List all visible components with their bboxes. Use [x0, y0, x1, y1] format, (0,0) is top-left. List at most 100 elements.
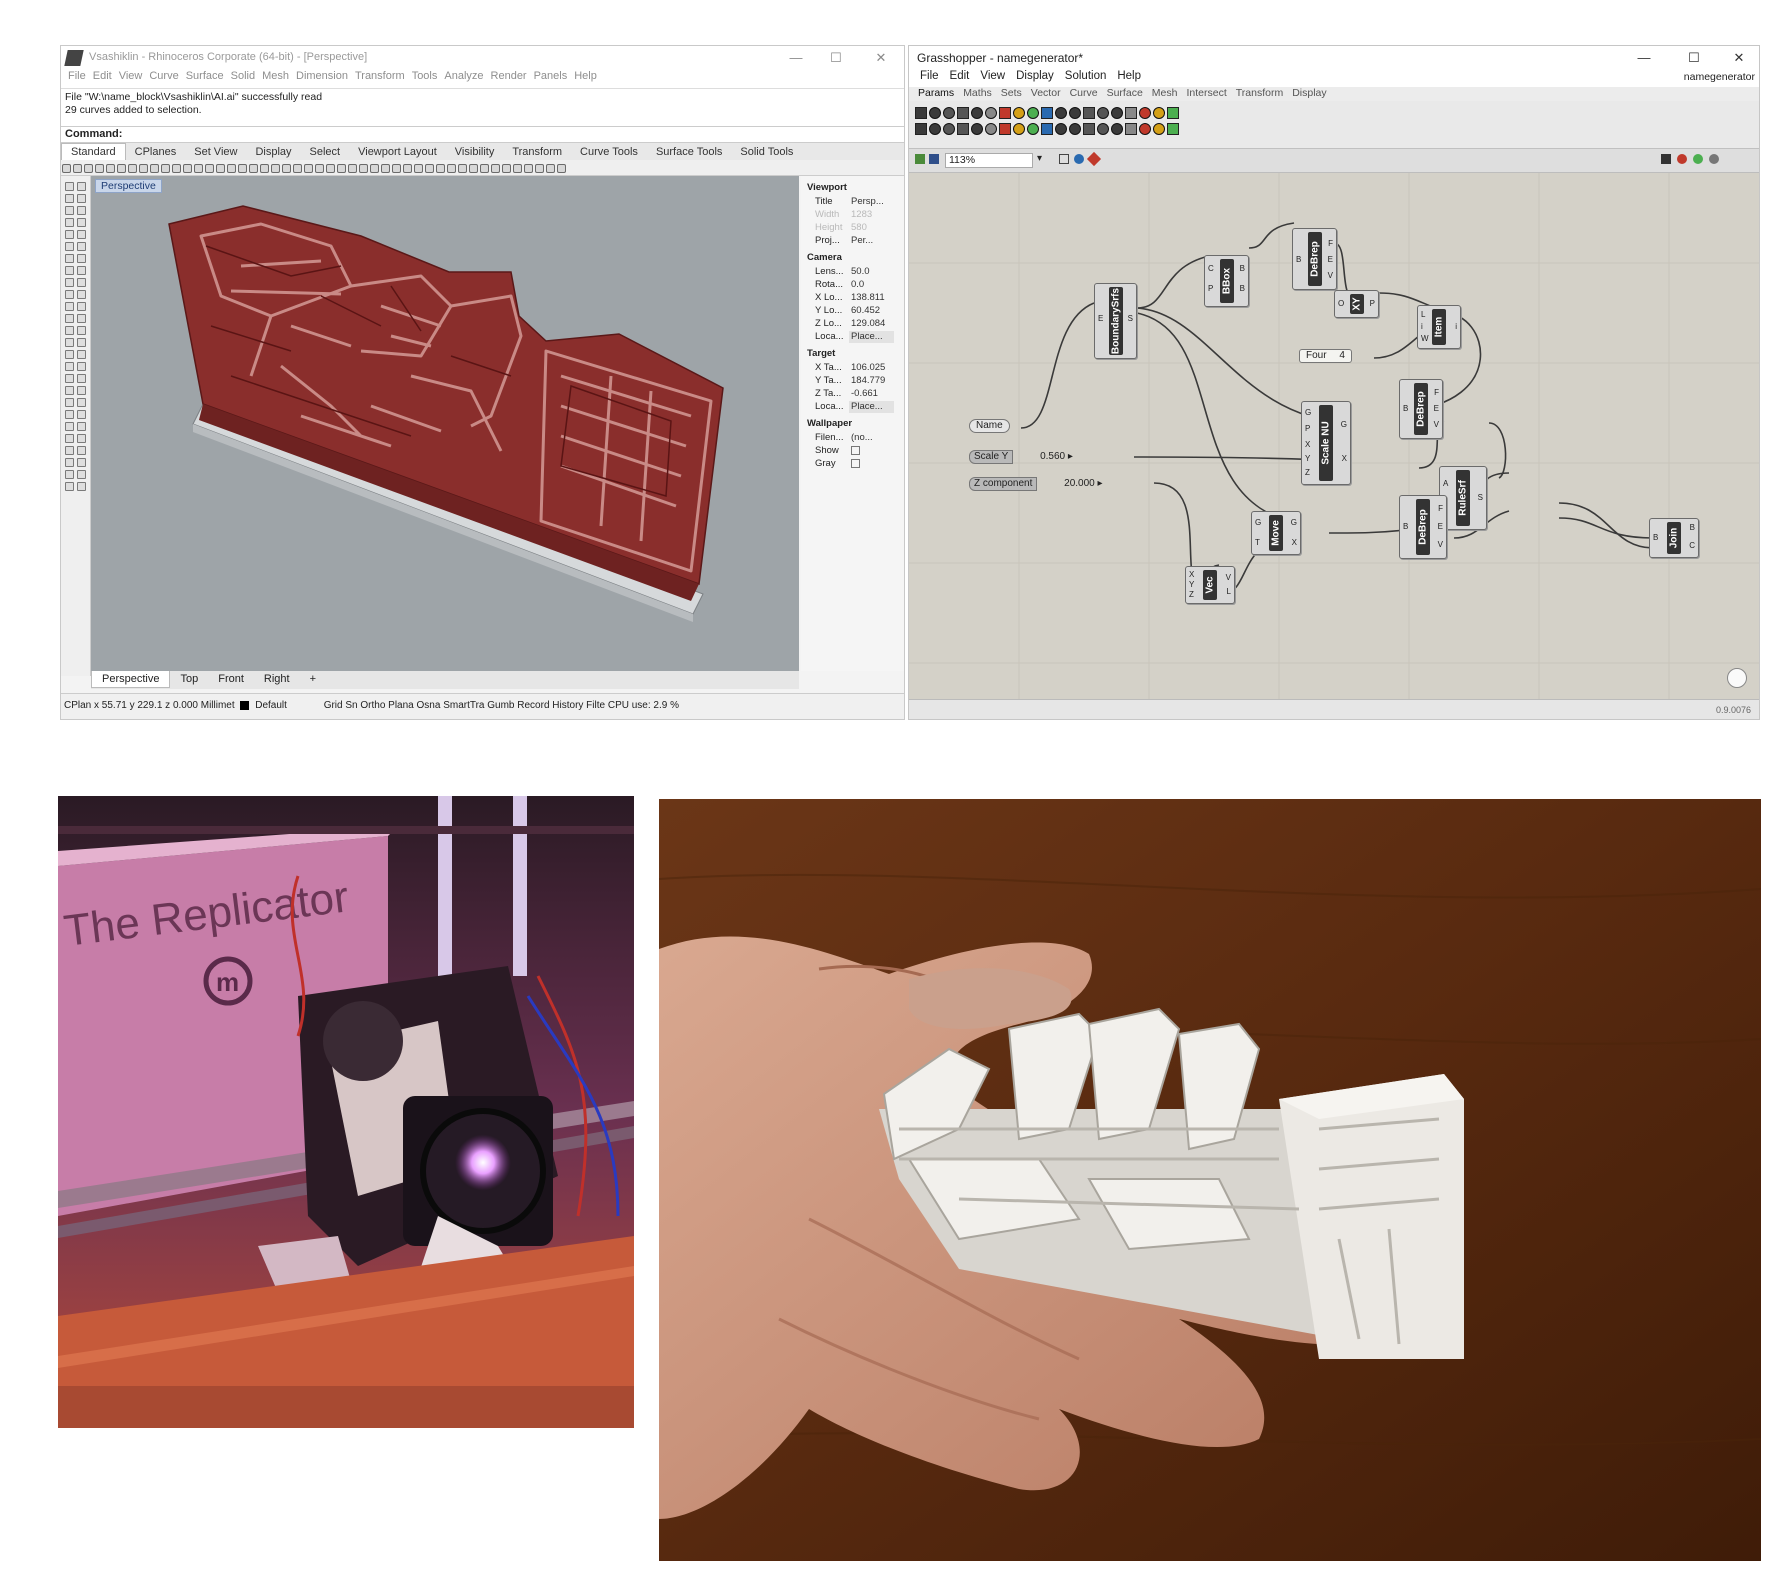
left-tool-icon[interactable]	[77, 326, 86, 335]
tab-visibility[interactable]: Visibility	[446, 144, 504, 160]
layer-selector[interactable]: Default	[255, 700, 287, 711]
menu-file[interactable]: File	[68, 70, 86, 82]
left-tool-icon[interactable]	[65, 314, 74, 323]
left-tool-icon[interactable]	[65, 194, 74, 203]
left-tool-icon[interactable]	[77, 470, 86, 479]
menu-analyze[interactable]: Analyze	[444, 70, 483, 82]
left-tool-icon[interactable]	[65, 338, 74, 347]
maximize-button[interactable]: ☐	[821, 48, 851, 68]
tab-transform[interactable]: Transform	[503, 144, 571, 160]
toolbar-tool-icon[interactable]	[414, 164, 423, 173]
left-tool-icon[interactable]	[65, 470, 74, 479]
deconstruct-brep-component-2[interactable]: DeBrep B F E V	[1399, 379, 1443, 439]
component-palette-icon[interactable]	[1027, 123, 1039, 135]
toolbar-tool-icon[interactable]	[62, 164, 71, 173]
component-palette-icon[interactable]	[1083, 123, 1095, 135]
width-field[interactable]: 1283	[849, 209, 894, 221]
height-field[interactable]: 580	[849, 222, 894, 234]
left-tool-icon[interactable]	[65, 458, 74, 467]
component-palette-icon[interactable]	[985, 123, 997, 135]
toolbar-tool-icon[interactable]	[315, 164, 324, 173]
join-brep-component[interactable]: Join B B C	[1649, 518, 1699, 558]
gh-maximize-button[interactable]: ☐	[1679, 48, 1709, 68]
toolbar-tool-icon[interactable]	[84, 164, 93, 173]
component-palette-icon[interactable]	[957, 123, 969, 135]
toolbar-tool-icon[interactable]	[436, 164, 445, 173]
left-tool-icon[interactable]	[77, 422, 86, 431]
toolbar-tool-icon[interactable]	[282, 164, 291, 173]
toolbar-tool-icon[interactable]	[172, 164, 181, 173]
deconstruct-brep-component-3[interactable]: DeBrep B F E V	[1399, 495, 1447, 559]
shaded-preview-icon[interactable]	[1693, 154, 1703, 164]
toolbar-tool-icon[interactable]	[128, 164, 137, 173]
toolbar-tool-icon[interactable]	[249, 164, 258, 173]
status-toggles[interactable]: Grid Sn Ortho Plana Osna SmartTra Gumb R…	[324, 700, 679, 711]
toolbar-tool-icon[interactable]	[359, 164, 368, 173]
component-palette-icon[interactable]	[1097, 123, 1109, 135]
left-tool-icon[interactable]	[77, 218, 86, 227]
left-tool-icon[interactable]	[65, 218, 74, 227]
gh-canvas[interactable]: Name Scale Y 0.560 ▸ Z component 20.000 …	[909, 173, 1759, 699]
component-palette-icon[interactable]	[1139, 107, 1151, 119]
left-tool-icon[interactable]	[77, 434, 86, 443]
left-tool-icon[interactable]	[65, 422, 74, 431]
menu-mesh[interactable]: Mesh	[262, 70, 289, 82]
ribbon-transform[interactable]: Transform	[1236, 87, 1283, 99]
left-tool-icon[interactable]	[65, 386, 74, 395]
gh-menu-help[interactable]: Help	[1117, 70, 1141, 82]
component-palette-icon[interactable]	[1153, 123, 1165, 135]
toolbar-tool-icon[interactable]	[425, 164, 434, 173]
place-camera-button[interactable]: Place...	[849, 331, 894, 343]
menu-render[interactable]: Render	[491, 70, 527, 82]
left-tool-icon[interactable]	[77, 350, 86, 359]
tab-solid-tools[interactable]: Solid Tools	[731, 144, 802, 160]
gh-menu-display[interactable]: Display	[1016, 70, 1054, 82]
ribbon-surface[interactable]: Surface	[1107, 87, 1143, 99]
gray-checkbox[interactable]	[851, 458, 860, 468]
sketch-icon[interactable]	[1059, 154, 1069, 164]
left-tool-icon[interactable]	[77, 362, 86, 371]
toolbar-tool-icon[interactable]	[150, 164, 159, 173]
left-tool-icon[interactable]	[77, 266, 86, 275]
close-button[interactable]: ✕	[866, 48, 896, 68]
toolbar-tool-icon[interactable]	[260, 164, 269, 173]
left-tool-icon[interactable]	[65, 362, 74, 371]
menu-transform[interactable]: Transform	[355, 70, 405, 82]
tab-curve-tools[interactable]: Curve Tools	[571, 144, 647, 160]
toolbar-tool-icon[interactable]	[524, 164, 533, 173]
toolbar-tool-icon[interactable]	[238, 164, 247, 173]
scale-y-slider[interactable]: Scale Y 0.560 ▸	[969, 450, 1073, 464]
toolbar-tool-icon[interactable]	[271, 164, 280, 173]
toolbar-tool-icon[interactable]	[535, 164, 544, 173]
toolbar-tool-icon[interactable]	[348, 164, 357, 173]
tab-viewport-layout[interactable]: Viewport Layout	[349, 144, 446, 160]
xy-plane-component[interactable]: XY O P	[1334, 290, 1379, 318]
y-target-field[interactable]: 184.779	[849, 375, 894, 387]
component-palette-icon[interactable]	[915, 107, 927, 119]
ribbon-curve[interactable]: Curve	[1070, 87, 1098, 99]
toolbar-tool-icon[interactable]	[370, 164, 379, 173]
left-tool-icon[interactable]	[65, 278, 74, 287]
boundary-surfaces-component[interactable]: BoundarySrfs E S	[1094, 283, 1137, 359]
left-tool-icon[interactable]	[77, 374, 86, 383]
toolbar-tool-icon[interactable]	[447, 164, 456, 173]
component-palette-icon[interactable]	[1055, 123, 1067, 135]
left-tool-icon[interactable]	[65, 434, 74, 443]
left-tool-icon[interactable]	[65, 254, 74, 263]
gh-menu-solution[interactable]: Solution	[1065, 70, 1107, 82]
tab-surface-tools[interactable]: Surface Tools	[647, 144, 731, 160]
bounding-box-component[interactable]: BBox C P B B	[1204, 255, 1249, 307]
menu-surface[interactable]: Surface	[186, 70, 224, 82]
canvas-widget-icon[interactable]	[1727, 668, 1747, 688]
preview-mode-icon[interactable]	[1677, 154, 1687, 164]
component-palette-icon[interactable]	[1083, 107, 1095, 119]
rotation-field[interactable]: 0.0	[849, 279, 894, 291]
menu-solid[interactable]: Solid	[231, 70, 255, 82]
toolbar-tool-icon[interactable]	[458, 164, 467, 173]
toolbar-tool-icon[interactable]	[480, 164, 489, 173]
left-tool-icon[interactable]	[77, 182, 86, 191]
open-file-icon[interactable]	[915, 154, 925, 164]
bake-icon[interactable]	[1086, 151, 1102, 167]
deconstruct-brep-component[interactable]: DeBrep B F E V	[1292, 228, 1337, 290]
move-component[interactable]: Move G T G X	[1251, 511, 1301, 555]
